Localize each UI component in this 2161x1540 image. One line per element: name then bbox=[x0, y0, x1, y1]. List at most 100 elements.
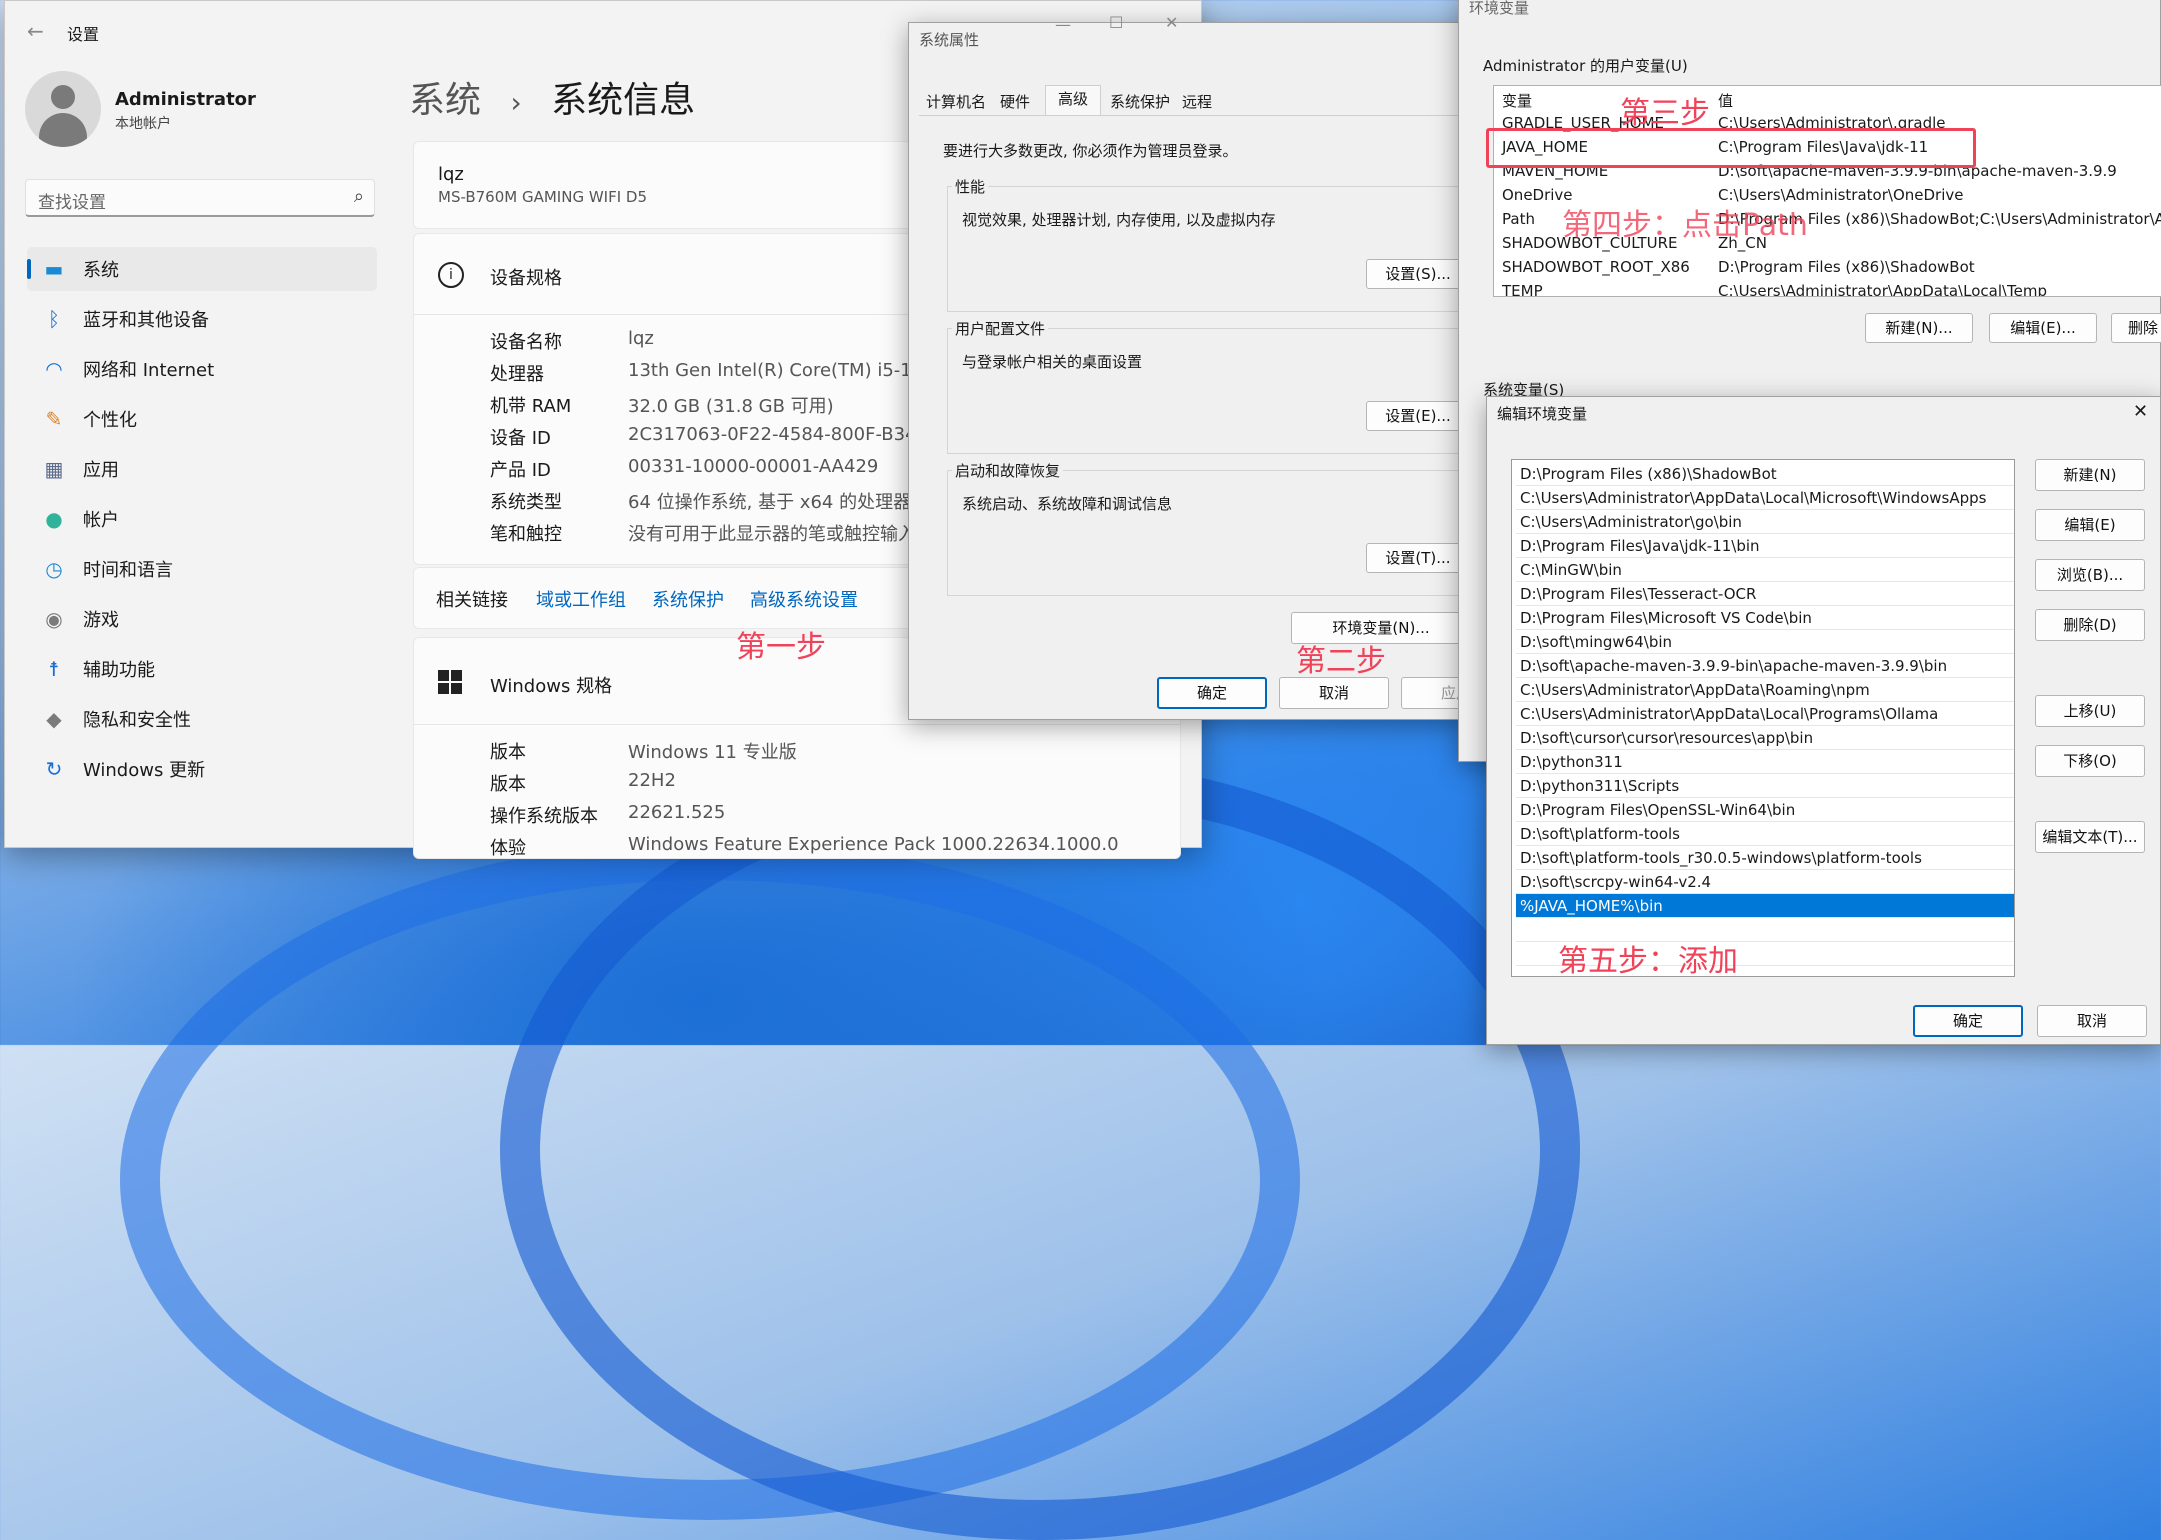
ok-button[interactable]: 确定 bbox=[1157, 677, 1267, 709]
performance-group: 性能 视觉效果, 处理器计划, 内存使用, 以及虚拟内存 设置(S)... bbox=[947, 176, 1487, 312]
nav-item-2[interactable]: ◠ 网络和 Internet bbox=[27, 347, 377, 391]
list-item[interactable]: C:\Users\Administrator\AppData\Local\Mic… bbox=[1516, 486, 2014, 510]
user-new-button[interactable]: 新建(N)... bbox=[1865, 313, 1973, 343]
cancel-button[interactable]: 取消 bbox=[1279, 677, 1389, 709]
spec-value[interactable]: 64 位操作系统, 基于 x64 的处理器 bbox=[628, 488, 911, 514]
back-arrow-icon[interactable]: ← bbox=[27, 19, 44, 43]
breadcrumb-parent[interactable]: 系统 bbox=[409, 80, 481, 121]
nav-item-label: 个性化 bbox=[83, 410, 137, 431]
search-icon[interactable]: ⌕ bbox=[354, 186, 364, 207]
list-item[interactable]: D:\python311\Scripts bbox=[1516, 774, 2014, 798]
startup-recovery-settings-button[interactable]: 设置(T)... bbox=[1366, 543, 1470, 573]
user-name: Administrator bbox=[115, 89, 256, 110]
spec-value[interactable]: 32.0 GB (31.8 GB 可用) bbox=[628, 392, 834, 418]
windows-spec-title: Windows 规格 bbox=[490, 676, 613, 697]
link-system-protection[interactable]: 系统保护 bbox=[652, 586, 724, 612]
nav-item-label: 网络和 Internet bbox=[83, 360, 215, 381]
list-item[interactable]: D:\Program Files\Tesseract-OCR bbox=[1516, 582, 2014, 606]
accessibility-icon: ☨ bbox=[48, 657, 60, 681]
spec-label: 产品 ID bbox=[490, 460, 551, 481]
list-item[interactable]: C:\Users\Administrator\AppData\Roaming\n… bbox=[1516, 678, 2014, 702]
nav-item-7[interactable]: ◉ 游戏 bbox=[27, 597, 377, 641]
list-item[interactable]: C:\Users\Administrator\go\bin bbox=[1516, 510, 2014, 534]
table-row[interactable]: SHADOWBOT_ROOT_X86 D:\Program Files (x86)… bbox=[1494, 256, 2161, 280]
bluetooth-icon: ᛒ bbox=[48, 307, 60, 331]
search-input[interactable]: 查找设置 bbox=[38, 188, 106, 213]
spec-label: 版本 bbox=[490, 774, 526, 795]
close-icon[interactable]: ✕ bbox=[1165, 13, 1178, 32]
spec-value[interactable]: 00331-10000-00001-AA429 bbox=[628, 456, 878, 477]
annotation-step1: 第一步 bbox=[736, 630, 826, 665]
nav-item-6[interactable]: ◷ 时间和语言 bbox=[27, 547, 377, 591]
avatar[interactable] bbox=[25, 71, 101, 147]
maximize-icon[interactable]: ☐ bbox=[1109, 13, 1123, 32]
list-item[interactable]: D:\Program Files\Java\jdk-11\bin bbox=[1516, 534, 2014, 558]
user-edit-button[interactable]: 编辑(E)... bbox=[1989, 313, 2097, 343]
edit-button[interactable]: 编辑(E) bbox=[2035, 509, 2145, 541]
edit-text-button[interactable]: 编辑文本(T)... bbox=[2035, 821, 2145, 853]
nav-item-1[interactable]: ᛒ 蓝牙和其他设备 bbox=[27, 297, 377, 341]
cancel-button[interactable]: 取消 bbox=[2037, 1005, 2147, 1037]
spec-value[interactable]: Windows Feature Experience Pack 1000.226… bbox=[628, 834, 1119, 855]
spec-value[interactable]: 没有可用于此显示器的笔或触控输入 bbox=[628, 520, 916, 546]
envvars-title: 环境变量 bbox=[1469, 0, 1530, 17]
search-box[interactable]: 查找设置 ⌕ bbox=[25, 179, 375, 217]
group-desc: 与登录帐户相关的桌面设置 bbox=[962, 353, 1143, 371]
delete-button[interactable]: 删除(D) bbox=[2035, 609, 2145, 641]
move-down-button[interactable]: 下移(O) bbox=[2035, 745, 2145, 777]
ok-button[interactable]: 确定 bbox=[1913, 1005, 2023, 1037]
spec-value[interactable]: Windows 11 专业版 bbox=[628, 738, 797, 764]
new-button[interactable]: 新建(N) bbox=[2035, 459, 2145, 491]
editenv-title: 编辑环境变量 bbox=[1497, 405, 1588, 423]
list-item[interactable]: D:\soft\mingw64\bin bbox=[1516, 630, 2014, 654]
list-item[interactable]: D:\Program Files\OpenSSL-Win64\bin bbox=[1516, 798, 2014, 822]
move-up-button[interactable]: 上移(U) bbox=[2035, 695, 2145, 727]
link-advanced-system-settings[interactable]: 高级系统设置 bbox=[750, 586, 858, 612]
user-variables-label: Administrator 的用户变量(U) bbox=[1483, 57, 1688, 75]
list-item[interactable]: D:\python311 bbox=[1516, 750, 2014, 774]
browse-button[interactable]: 浏览(B)... bbox=[2035, 559, 2145, 591]
table-header: 变量 值 bbox=[1494, 88, 2161, 112]
spec-value[interactable]: 22621.525 bbox=[628, 802, 725, 823]
list-item[interactable]: D:\soft\apache-maven-3.9.9-bin\apache-ma… bbox=[1516, 654, 2014, 678]
link-domain-workgroup[interactable]: 域或工作组 bbox=[536, 586, 626, 612]
performance-settings-button[interactable]: 设置(S)... bbox=[1366, 259, 1470, 289]
list-item[interactable]: C:\MinGW\bin bbox=[1516, 558, 2014, 582]
nav-item-8[interactable]: ☨ 辅助功能 bbox=[27, 647, 377, 691]
nav-item-4[interactable]: ▦ 应用 bbox=[27, 447, 377, 491]
col-header-variable[interactable]: 变量 bbox=[1502, 90, 1532, 111]
list-item[interactable]: C:\Users\Administrator\AppData\Local\Pro… bbox=[1516, 702, 2014, 726]
tab-remote[interactable]: 远程 bbox=[1177, 89, 1217, 115]
nav-item-10[interactable]: ↻ Windows 更新 bbox=[27, 747, 377, 791]
close-icon[interactable]: ✕ bbox=[2133, 401, 2148, 422]
list-item[interactable]: D:\soft\platform-tools bbox=[1516, 822, 2014, 846]
tab-system-protection[interactable]: 系统保护 bbox=[1105, 89, 1175, 115]
variable-value: D:\Program Files (x86)\ShadowBot bbox=[1718, 258, 1975, 276]
variable-name: Path bbox=[1502, 210, 1535, 228]
tab-computer-name[interactable]: 计算机名 bbox=[923, 89, 989, 115]
spec-value[interactable]: 22H2 bbox=[628, 770, 676, 791]
list-item[interactable]: D:\soft\cursor\cursor\resources\app\bin bbox=[1516, 726, 2014, 750]
spec-value[interactable]: lqz bbox=[628, 328, 654, 349]
minimize-icon[interactable]: — bbox=[1055, 15, 1071, 34]
list-item[interactable]: D:\soft\platform-tools_r30.0.5-windows\p… bbox=[1516, 846, 2014, 870]
list-item[interactable]: D:\Program Files (x86)\ShadowBot bbox=[1516, 462, 2014, 486]
list-item[interactable]: D:\soft\scrcpy-win64-v2.4 bbox=[1516, 870, 2014, 894]
nav-item-9[interactable]: ◆ 隐私和安全性 bbox=[27, 697, 377, 741]
user-variables-table: 变量 值 GRADLE_USER_HOME C:\Users\Administra… bbox=[1493, 85, 2161, 297]
nav-item-0[interactable]: ▬ 系统 bbox=[27, 247, 377, 291]
tab-hardware[interactable]: 硬件 bbox=[995, 89, 1035, 115]
list-item[interactable]: D:\Program Files\Microsoft VS Code\bin bbox=[1516, 606, 2014, 630]
list-item[interactable]: %JAVA_HOME%\bin bbox=[1516, 894, 2014, 918]
col-header-value[interactable]: 值 bbox=[1718, 90, 1733, 111]
nav-item-5[interactable]: ● 帐户 bbox=[27, 497, 377, 541]
table-row[interactable]: TEMP C:\Users\Administrator\AppData\Local… bbox=[1494, 280, 2161, 296]
device-model: MS-B760M GAMING WIFI D5 bbox=[438, 188, 648, 206]
user-profiles-settings-button[interactable]: 设置(E)... bbox=[1366, 401, 1470, 431]
path-list[interactable]: D:\Program Files (x86)\ShadowBot C:\Users… bbox=[1511, 459, 2015, 977]
spec-value[interactable]: 13th Gen Intel(R) Core(TM) i5-13490F bbox=[628, 360, 928, 381]
tab-advanced[interactable]: 高级 bbox=[1045, 85, 1101, 116]
nav-item-3[interactable]: ✎ 个性化 bbox=[27, 397, 377, 441]
spec-value[interactable]: 2C317063-0F22-4584-800F-B3472517 bbox=[628, 424, 928, 445]
user-delete-button[interactable]: 删除 bbox=[2111, 313, 2161, 343]
